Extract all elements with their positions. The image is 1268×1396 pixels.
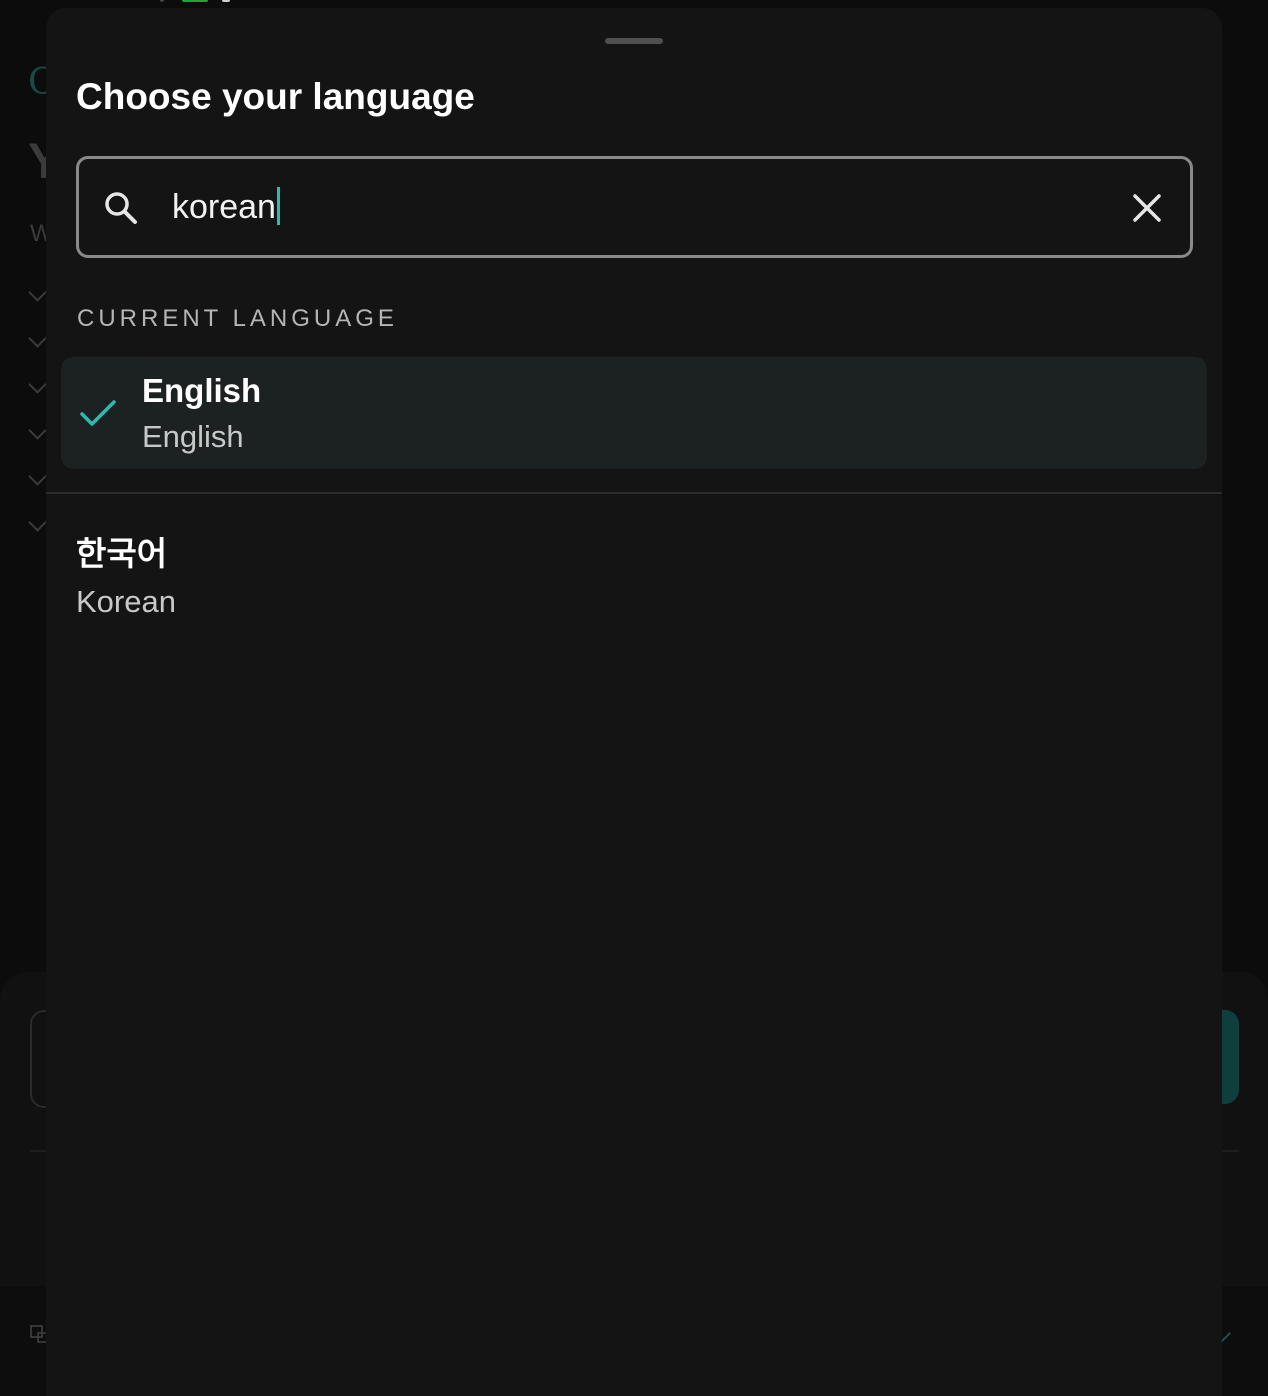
language-english-name: Korean xyxy=(76,584,176,619)
language-bottom-sheet: Choose your language korean CURRENT LANG… xyxy=(46,8,1222,1396)
search-input[interactable]: korean xyxy=(172,185,280,229)
drag-handle[interactable] xyxy=(605,38,663,44)
check-icon xyxy=(80,400,116,426)
language-option-selected[interactable]: English English xyxy=(61,357,1207,469)
chevron-down-icon xyxy=(28,513,47,532)
close-icon[interactable] xyxy=(1129,190,1165,226)
language-native-name: 한국어 xyxy=(76,535,168,572)
language-search-field[interactable]: korean xyxy=(76,156,1193,258)
status-bar-fragment xyxy=(222,0,230,2)
text-cursor xyxy=(276,187,280,225)
chevron-down-icon xyxy=(28,329,47,348)
battery-indicator xyxy=(182,0,208,2)
language-option-korean[interactable]: 한국어 Korean xyxy=(46,520,1222,642)
app-screen: C Y W Choose your language korean CURREN… xyxy=(0,0,1268,1396)
search-input-value: korean xyxy=(172,188,276,226)
chevron-down-icon xyxy=(28,283,47,302)
chevron-down-icon xyxy=(28,467,47,486)
sheet-title: Choose your language xyxy=(76,76,475,117)
status-bar-fragment xyxy=(160,0,164,2)
search-icon xyxy=(105,192,137,224)
chevron-down-icon xyxy=(28,375,47,394)
current-language-heading: CURRENT LANGUAGE xyxy=(77,305,398,332)
language-native-name: English xyxy=(142,372,262,409)
language-english-name: English xyxy=(142,419,244,454)
chevron-down-icon xyxy=(28,421,47,440)
list-divider xyxy=(46,492,1222,494)
